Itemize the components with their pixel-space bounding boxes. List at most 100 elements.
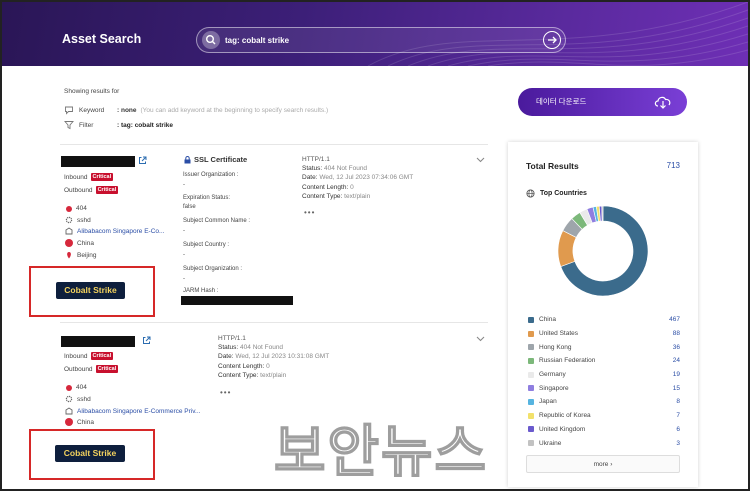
total-results-value: 713	[666, 161, 680, 170]
legend-item[interactable]: Germany 19	[528, 368, 680, 382]
globe-icon	[526, 189, 535, 198]
chart-legend: China 467 United States 88 Hong Kong 36 Russia…	[528, 313, 680, 450]
legend-label: Republic of Korea	[539, 412, 591, 420]
legend-value: 88	[672, 330, 680, 338]
legend-item[interactable]: Japan 8	[528, 395, 680, 409]
issuer-org-value: -	[183, 182, 185, 188]
http-status-label: Status:	[302, 165, 323, 173]
legend-item[interactable]: Russian Federation 24	[528, 354, 680, 368]
gear-icon	[65, 216, 73, 224]
subject-org-value: -	[183, 276, 185, 282]
http-date-value: Wed, 12 Jul 2023 10:31:08 GMT	[235, 353, 330, 361]
critical-badge: Critical	[95, 365, 119, 373]
city-row: Beijing	[65, 251, 97, 259]
http-status-label: Status:	[218, 344, 239, 352]
legend-value: 467	[669, 316, 680, 324]
organization-row: Alibabacom Singapore E-Commerce Priv...	[65, 407, 200, 415]
http-protocol: HTTP/1.1	[302, 156, 330, 163]
legend-label: China	[539, 316, 556, 324]
legend-item[interactable]: United States 88	[528, 327, 680, 341]
external-link-icon[interactable]	[138, 156, 147, 165]
http-type-label: Content Type:	[302, 192, 343, 200]
cobalt-strike-tag[interactable]: Cobalt Strike	[56, 282, 125, 299]
http-length-label: Content Length:	[218, 362, 265, 370]
legend-label: Japan	[539, 398, 557, 406]
http-type-value: text/plain	[260, 371, 287, 379]
http-status-value: 404 Not Found	[240, 344, 284, 352]
http-length-value: 0	[266, 362, 270, 370]
arrow-right-icon[interactable]	[543, 31, 561, 49]
subject-org-label: Subject Organization :	[183, 266, 243, 272]
critical-badge: Critical	[90, 173, 114, 181]
china-flag-icon	[65, 239, 73, 247]
subject-country-value: -	[183, 252, 185, 258]
legend-item[interactable]: Singapore 15	[528, 381, 680, 395]
external-link-icon[interactable]	[142, 336, 151, 345]
inbound-label: Inbound	[64, 352, 88, 360]
legend-swatch	[528, 344, 534, 351]
lock-icon	[184, 155, 191, 163]
legend-value: 36	[672, 343, 680, 351]
http-length-label: Content Length:	[302, 183, 349, 191]
legend-item[interactable]: United Kingdom 6	[528, 423, 680, 437]
page-title: Asset Search	[62, 32, 142, 46]
top-countries-label: Top Countries	[540, 190, 587, 197]
legend-label: United Kingdom	[539, 425, 586, 433]
more-button[interactable]: more ›	[526, 455, 680, 473]
top-countries-title: Top Countries	[526, 189, 587, 198]
chevron-down-icon[interactable]	[476, 157, 485, 163]
summary-panel: Total Results 713 Top Countries China 467…	[508, 142, 698, 487]
search-icon[interactable]	[202, 31, 220, 49]
keyword-hint: (You can add keyword at the beginning to…	[140, 106, 329, 114]
keyword-value: : none	[117, 106, 137, 114]
legend-value: 8	[676, 398, 680, 406]
service-row: sshd	[65, 395, 91, 403]
country-name: China	[77, 418, 94, 426]
filter-row: Filter : tag: cobalt strike	[64, 120, 173, 130]
inbound-label: Inbound	[64, 173, 88, 181]
legend-label: United States	[539, 330, 579, 338]
outbound-row: Outbound Critical	[64, 365, 119, 373]
legend-swatch	[528, 316, 534, 323]
donut-slice-ukraine[interactable]	[601, 205, 604, 222]
ssl-certificate-title: SSL Certificate	[184, 155, 247, 164]
search-input[interactable]	[225, 33, 515, 48]
legend-item[interactable]: Ukraine 3	[528, 436, 680, 450]
legend-item[interactable]: China 467	[528, 313, 680, 327]
legend-item[interactable]: Republic of Korea 7	[528, 409, 680, 423]
organization-name[interactable]: Alibabacom Singapore E-Co...	[77, 228, 164, 235]
status-dot-icon	[66, 384, 72, 391]
cobalt-strike-tag[interactable]: Cobalt Strike	[55, 445, 125, 462]
http-date-label: Date:	[302, 174, 318, 182]
legend-swatch	[528, 357, 534, 364]
redacted-ip	[61, 336, 135, 347]
building-icon	[65, 227, 73, 235]
more-options-icon[interactable]: •••	[304, 208, 315, 217]
legend-item[interactable]: Hong Kong 36	[528, 340, 680, 354]
ssl-title-text: SSL Certificate	[194, 155, 248, 164]
legend-swatch	[528, 371, 534, 378]
location-pin-icon	[67, 252, 71, 259]
more-options-icon[interactable]: •••	[220, 388, 231, 397]
http-status-value: 404 Not Found	[324, 165, 368, 173]
country-row: China	[65, 418, 94, 426]
gear-icon	[65, 395, 73, 403]
http-type-value: text/plain	[344, 192, 371, 200]
status-code-row: 404	[66, 384, 87, 391]
search-bar[interactable]	[196, 27, 566, 53]
download-data-button[interactable]: 데이터 다운로드	[518, 88, 687, 116]
chevron-down-icon[interactable]	[476, 336, 485, 342]
redacted-jarm-hash	[181, 296, 293, 305]
app-window: Asset Search Showing results for Keyword…	[0, 0, 750, 491]
divider	[60, 144, 488, 145]
country-name: China	[77, 239, 94, 247]
filter-label: Filter	[79, 121, 94, 129]
top-countries-donut-chart	[557, 205, 649, 297]
status-code: 404	[76, 384, 87, 391]
issuer-org-label: Issuer Organization :	[183, 172, 239, 178]
organization-name[interactable]: Alibabacom Singapore E-Commerce Priv...	[77, 408, 200, 415]
outbound-label: Outbound	[64, 186, 93, 194]
legend-swatch	[528, 398, 534, 405]
legend-swatch	[528, 330, 534, 337]
organization-row: Alibabacom Singapore E-Co...	[65, 227, 164, 235]
